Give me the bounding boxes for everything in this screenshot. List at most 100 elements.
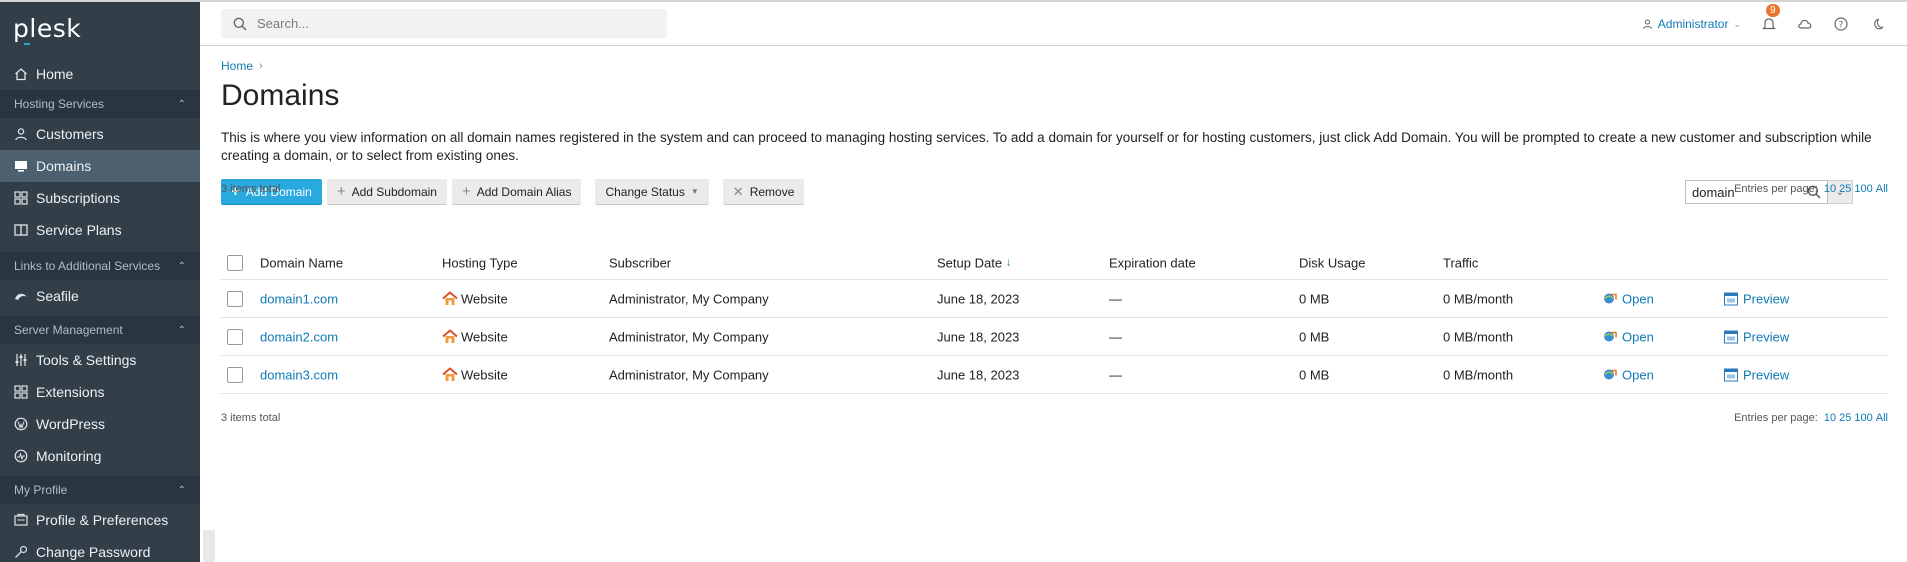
- entries-label: Entries per page:: [1734, 412, 1818, 424]
- sort-down-icon: ↓: [1006, 256, 1012, 269]
- search-input[interactable]: Search...: [221, 9, 667, 38]
- sidebar-item-seafile[interactable]: Seafile: [0, 280, 200, 312]
- cloud-button[interactable]: [1797, 16, 1813, 32]
- search-icon: [233, 17, 247, 31]
- entries-100[interactable]: 100: [1854, 183, 1872, 195]
- domain-link[interactable]: domain1.com: [260, 291, 338, 306]
- search-placeholder: Search...: [257, 16, 310, 31]
- setup-date: June 18, 2023: [937, 367, 1020, 382]
- sidebar-item-customers[interactable]: Customers: [0, 118, 200, 150]
- globe-open-icon: [1604, 293, 1617, 304]
- entries-10[interactable]: 10: [1824, 183, 1836, 195]
- column-subscriber[interactable]: Subscriber: [609, 255, 671, 270]
- row-checkbox[interactable]: [227, 290, 243, 307]
- subscriber: Administrator, My Company: [609, 291, 769, 306]
- sidebar-item-tools-settings[interactable]: Tools & Settings: [0, 344, 200, 376]
- plesk-logo[interactable]: plesk: [0, 0, 200, 58]
- column-label: Setup Date: [937, 255, 1003, 270]
- preview-link[interactable]: Preview: [1724, 367, 1789, 382]
- table-row: domain2.com Website Administrator, My Co…: [221, 318, 1888, 356]
- sidebar-section-my-profile[interactable]: My Profile ⌃: [0, 476, 200, 504]
- chevron-up-icon: ⌃: [177, 484, 186, 496]
- sidebar-collapse-handle[interactable]: [203, 530, 215, 562]
- items-total: 3 items total: [221, 183, 281, 195]
- monitor-icon: [14, 159, 28, 173]
- entries-25[interactable]: 25: [1839, 412, 1851, 424]
- user-name: Administrator: [1657, 17, 1729, 31]
- sidebar-item-label: Profile & Preferences: [36, 512, 169, 528]
- sidebar-item-service-plans[interactable]: Service Plans: [0, 214, 200, 246]
- website-house-icon: [442, 329, 458, 343]
- open-label: Open: [1622, 329, 1654, 344]
- help-button[interactable]: ?: [1833, 16, 1849, 32]
- row-checkbox[interactable]: [227, 366, 243, 383]
- theme-toggle-button[interactable]: [1869, 16, 1885, 32]
- sidebar-item-label: Home: [36, 66, 74, 82]
- preview-link[interactable]: Preview: [1724, 291, 1789, 306]
- puzzle-icon: [14, 385, 28, 399]
- page-title: Domains: [221, 79, 340, 112]
- select-all-checkbox[interactable]: [227, 254, 243, 271]
- breadcrumb-home-link[interactable]: Home: [221, 59, 253, 73]
- grid-icon: [14, 191, 28, 205]
- page-description: This is where you view information on al…: [221, 130, 1872, 163]
- breadcrumb: Home ›: [221, 59, 263, 73]
- entries-all[interactable]: All: [1876, 183, 1888, 195]
- website-house-icon: [442, 291, 458, 305]
- entries-10[interactable]: 10: [1824, 412, 1836, 424]
- sidebar-item-monitoring[interactable]: Monitoring: [0, 440, 200, 472]
- sidebar-section-server-management[interactable]: Server Management ⌃: [0, 316, 200, 344]
- sidebar-item-change-password[interactable]: Change Password: [0, 536, 200, 562]
- column-disk-usage[interactable]: Disk Usage: [1299, 255, 1365, 270]
- domains-table: Domain Name Hosting Type Subscriber Setu…: [221, 246, 1888, 394]
- column-hosting-type[interactable]: Hosting Type: [442, 255, 518, 270]
- section-label: Links to Additional Services: [14, 259, 161, 273]
- sidebar-item-profile-preferences[interactable]: Profile & Preferences: [0, 504, 200, 536]
- sidebar: plesk Home Hosting Services ⌃ Customers …: [0, 0, 200, 562]
- open-link[interactable]: Open: [1603, 367, 1654, 382]
- user-icon: [1642, 19, 1652, 29]
- entries-label: Entries per page:: [1734, 183, 1818, 195]
- moon-icon: [1873, 18, 1884, 29]
- column-setup-date[interactable]: Setup Date ↓: [937, 255, 1012, 270]
- domain-link[interactable]: domain3.com: [260, 367, 338, 382]
- sidebar-item-extensions[interactable]: Extensions: [0, 376, 200, 408]
- domain-link[interactable]: domain2.com: [260, 329, 338, 344]
- preview-window-icon: [1724, 292, 1738, 305]
- hosting-type: Website: [461, 367, 508, 382]
- traffic: 0 MB/month: [1443, 367, 1514, 382]
- hosting-type: Website: [461, 291, 508, 306]
- sidebar-item-domains[interactable]: Domains: [0, 150, 200, 182]
- preview-window-icon: [1724, 330, 1738, 343]
- column-expiration-date[interactable]: Expiration date: [1109, 255, 1196, 270]
- preview-label: Preview: [1743, 291, 1790, 306]
- sidebar-item-home[interactable]: Home: [0, 58, 200, 90]
- entries-25[interactable]: 25: [1839, 183, 1851, 195]
- open-link[interactable]: Open: [1603, 291, 1654, 306]
- open-label: Open: [1622, 291, 1654, 306]
- globe-open-icon: [1604, 331, 1617, 342]
- sidebar-item-label: Change Password: [36, 544, 151, 560]
- sidebar-item-subscriptions[interactable]: Subscriptions: [0, 182, 200, 214]
- section-label: Server Management: [14, 323, 123, 337]
- sidebar-item-label: Tools & Settings: [36, 352, 137, 368]
- sidebar-section-additional-services[interactable]: Links to Additional Services ⌃: [0, 252, 200, 280]
- column-traffic[interactable]: Traffic: [1443, 255, 1478, 270]
- preview-link[interactable]: Preview: [1724, 329, 1789, 344]
- sidebar-item-label: Monitoring: [36, 448, 102, 464]
- user-icon: [14, 127, 28, 141]
- sidebar-item-wordpress[interactable]: WordPress: [0, 408, 200, 440]
- sidebar-item-label: Service Plans: [36, 222, 122, 238]
- seafile-icon: [14, 289, 28, 303]
- row-checkbox[interactable]: [227, 328, 243, 345]
- entries-all[interactable]: All: [1876, 412, 1888, 424]
- monitoring-icon: [14, 449, 28, 463]
- entries-100[interactable]: 100: [1854, 412, 1872, 424]
- notifications-button[interactable]: 9: [1761, 4, 1780, 32]
- sliders-icon: [14, 353, 28, 367]
- open-link[interactable]: Open: [1603, 329, 1654, 344]
- list-meta-bottom: 3 items total Entries per page: 10 25 100 A…: [221, 412, 1888, 424]
- column-domain-name[interactable]: Domain Name: [260, 255, 343, 270]
- sidebar-section-hosting-services[interactable]: Hosting Services ⌃: [0, 90, 200, 118]
- user-menu[interactable]: Administrator ⌄: [1642, 17, 1741, 31]
